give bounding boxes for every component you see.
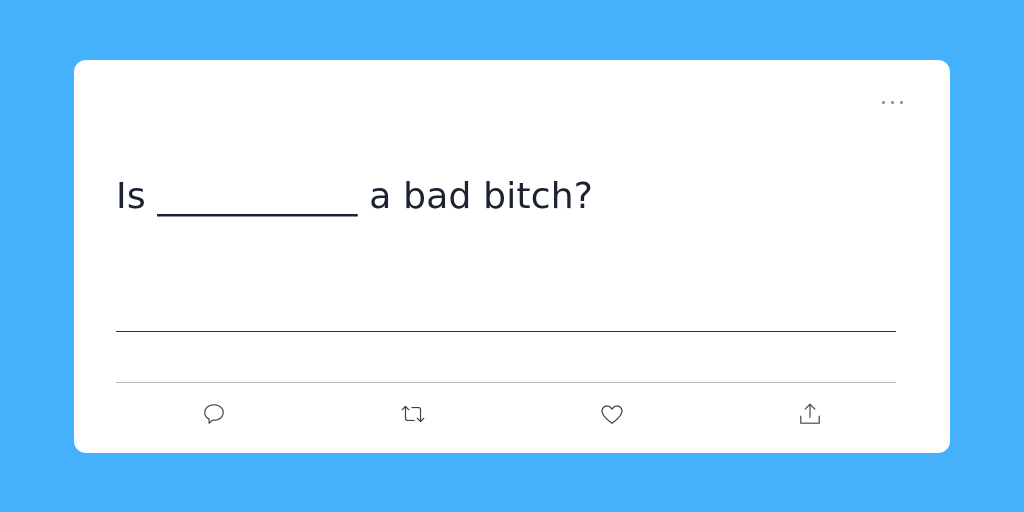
retweet-arrows-icon [401, 405, 425, 423]
tweet-text: Is ___________ a bad bitch? [116, 176, 594, 217]
retweet-button[interactable] [399, 400, 427, 428]
share-button[interactable] [796, 400, 824, 428]
reply-button[interactable] [200, 400, 228, 428]
more-options-icon[interactable] [877, 98, 907, 106]
speech-bubble-icon [204, 404, 224, 424]
divider [116, 331, 896, 332]
more-dot [881, 100, 885, 104]
divider [116, 382, 896, 383]
like-button[interactable] [598, 400, 626, 428]
heart-icon [601, 405, 623, 424]
share-upload-icon [800, 403, 820, 424]
tweet-card: Is ___________ a bad bitch? [74, 60, 950, 453]
more-dot [899, 100, 903, 104]
more-dot [890, 100, 894, 104]
